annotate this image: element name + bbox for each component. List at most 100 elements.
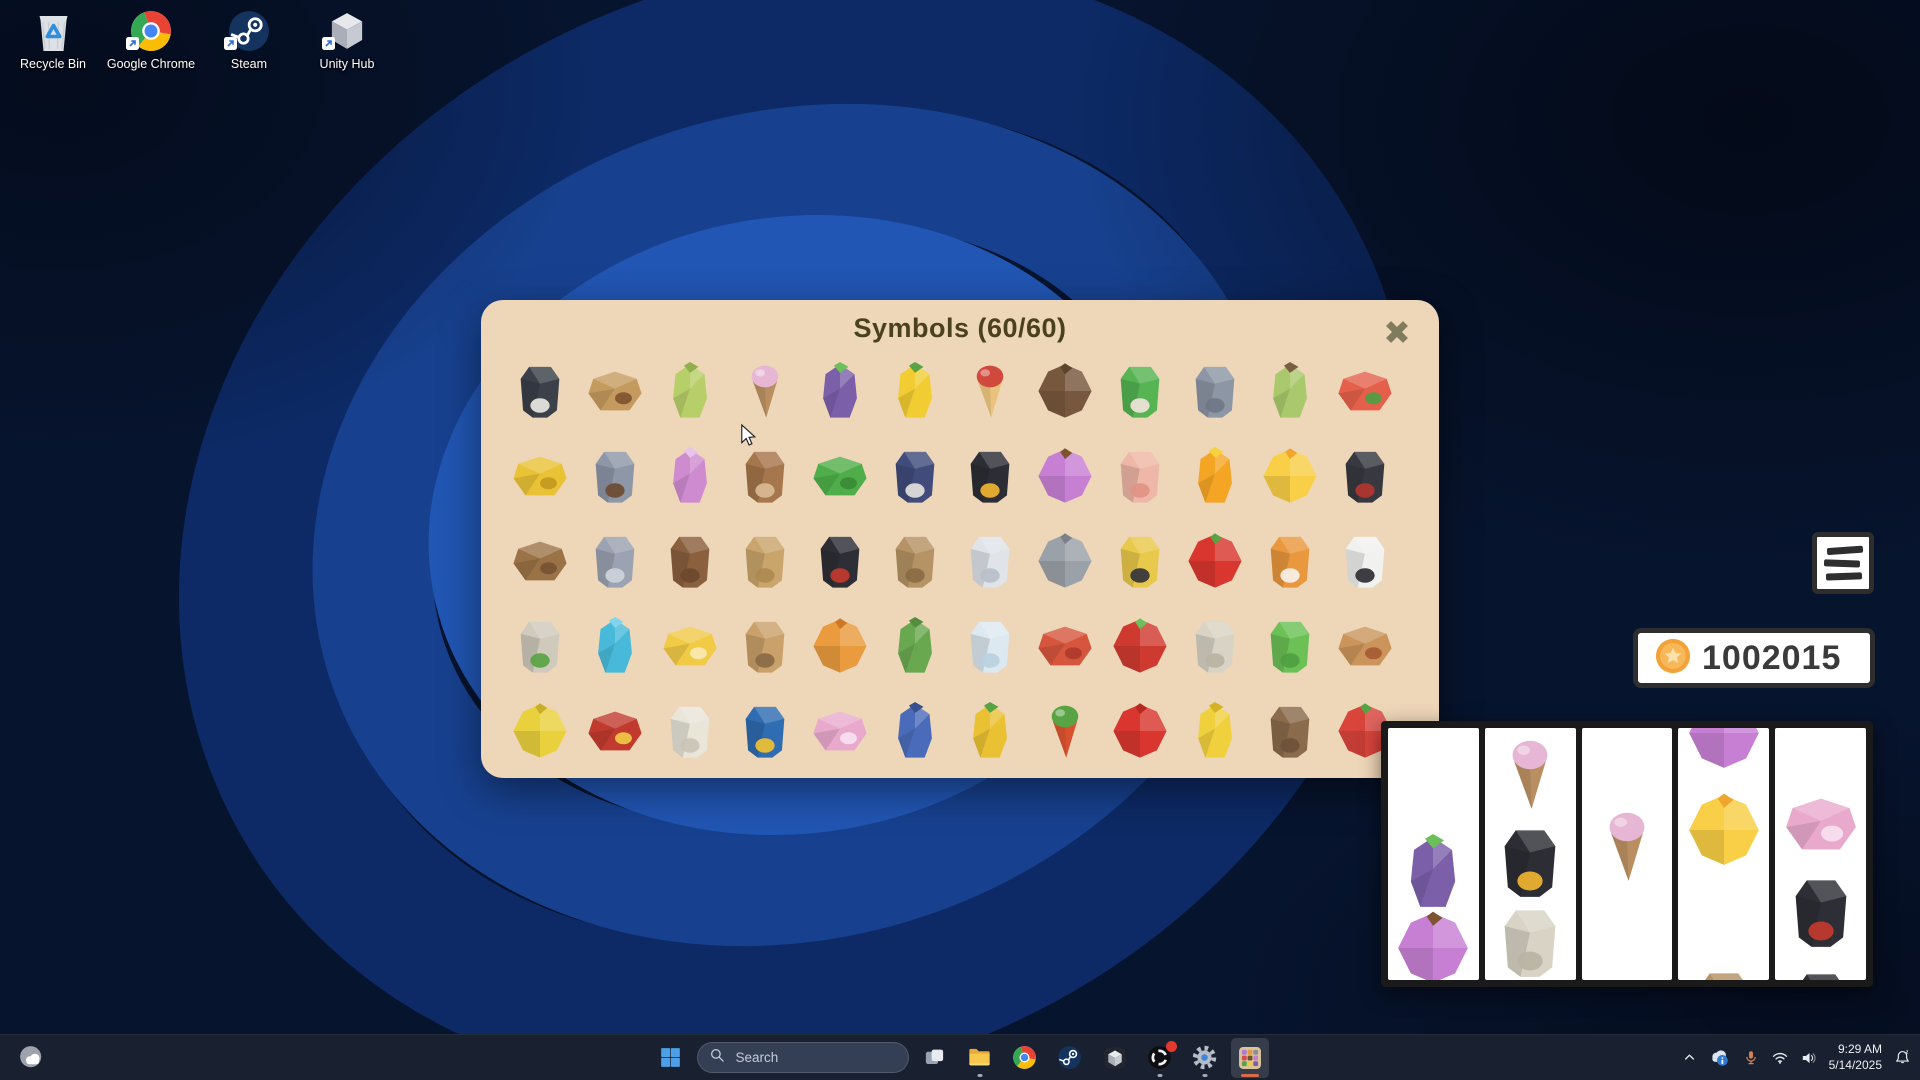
symbol-pear[interactable]	[659, 360, 721, 422]
symbol-heart[interactable]	[1109, 700, 1171, 762]
symbol-gold[interactable]	[509, 445, 571, 507]
taskbar-settings[interactable]	[1186, 1038, 1224, 1078]
desktop-icon-chrome[interactable]: Google Chrome	[106, 8, 196, 71]
symbol-camel[interactable]	[734, 530, 796, 592]
taskbar-steam[interactable]	[1051, 1038, 1089, 1078]
symbol-squirrel[interactable]	[734, 445, 796, 507]
desktop-icon-steam[interactable]: Steam	[204, 8, 294, 71]
symbol-grapes[interactable]	[884, 700, 946, 762]
active-app-indicator	[1241, 1074, 1259, 1077]
symbol-corn[interactable]	[884, 360, 946, 422]
symbol-sun[interactable]	[1259, 445, 1321, 507]
symbol-cheese[interactable]	[659, 615, 721, 677]
symbol-eggplant[interactable]	[809, 360, 871, 422]
taskbar-obs[interactable]	[1141, 1038, 1179, 1078]
symbol-ninja[interactable]	[809, 530, 871, 592]
taskbar-chrome[interactable]	[1006, 1038, 1044, 1078]
symbol-strawberry[interactable]	[1184, 530, 1246, 592]
taskbar-unity-hub[interactable]	[1096, 1038, 1134, 1078]
symbol-panda[interactable]	[1334, 530, 1396, 592]
symbol-coconut[interactable]	[1034, 360, 1096, 422]
symbol-clover[interactable]	[809, 445, 871, 507]
onedrive-icon[interactable]	[1708, 1046, 1731, 1069]
symbol-bull[interactable]	[884, 530, 946, 592]
slot-reels-panel	[1381, 721, 1873, 987]
symbol-fries[interactable]	[584, 700, 646, 762]
desktop-icon-recycle-bin[interactable]: Recycle Bin	[8, 8, 98, 71]
symbol-candy[interactable]	[809, 700, 871, 762]
symbol-rock[interactable]	[1034, 530, 1096, 592]
symbol-fencer[interactable]	[959, 530, 1021, 592]
symbol-flame[interactable]	[1184, 445, 1246, 507]
symbol-flowers[interactable]	[1334, 360, 1396, 422]
symbol-lemon[interactable]	[509, 700, 571, 762]
symbol-pumpkin[interactable]	[809, 615, 871, 677]
symbol-skeleton[interactable]	[659, 700, 721, 762]
shortcut-arrow-icon	[224, 37, 237, 55]
search-input[interactable]	[734, 1049, 888, 1066]
symbol-zombie[interactable]	[509, 615, 571, 677]
dialog-title: Symbols (60/60)	[481, 300, 1439, 344]
taskbar-center	[652, 1035, 1269, 1080]
symbol-cactus[interactable]	[884, 615, 946, 677]
symbol-tiger[interactable]	[1259, 530, 1321, 592]
symbol-elephant[interactable]	[1184, 360, 1246, 422]
start-button[interactable]	[652, 1038, 690, 1078]
symbol-parrot[interactable]	[734, 700, 796, 762]
clock-date: 5/14/2025	[1829, 1058, 1882, 1074]
symbol-wizard[interactable]	[884, 445, 946, 507]
symbol-pineapple[interactable]	[959, 700, 1021, 762]
taskbar-task-view[interactable]	[916, 1038, 954, 1078]
volume-icon[interactable]	[1800, 1049, 1818, 1067]
symbol-hot-dog[interactable]	[1334, 615, 1396, 677]
symbol-toucan[interactable]	[959, 445, 1021, 507]
wifi-icon[interactable]	[1771, 1049, 1789, 1067]
symbol-diamond[interactable]	[584, 615, 646, 677]
symbol-avocado[interactable]	[1259, 360, 1321, 422]
symbol-yeti[interactable]	[959, 615, 1021, 677]
symbol-frog[interactable]	[1259, 615, 1321, 677]
tray-chevron-up-icon[interactable]	[1682, 1050, 1697, 1065]
taskbar: 9:29 AM 5/14/2025 z	[0, 1034, 1920, 1080]
reel-symbol-sun	[1686, 792, 1762, 873]
symbol-donut[interactable]	[1034, 445, 1096, 507]
hamburger-menu-button[interactable]	[1812, 532, 1874, 594]
taskbar-slot-game[interactable]	[1231, 1038, 1269, 1078]
desktop-icon-label: Unity Hub	[320, 57, 375, 71]
symbol-bandit[interactable]	[1109, 530, 1171, 592]
symbol-pizza[interactable]	[959, 360, 1021, 422]
reel-symbol-donut	[1686, 728, 1762, 776]
symbol-jellyfish[interactable]	[659, 445, 721, 507]
symbol-dog[interactable]	[734, 615, 796, 677]
symbol-apple[interactable]	[1109, 615, 1171, 677]
symbol-crab[interactable]	[1034, 615, 1096, 677]
symbol-mummy[interactable]	[1184, 615, 1246, 677]
symbol-viking[interactable]	[584, 445, 646, 507]
desktop-icon-unity[interactable]: Unity Hub	[302, 8, 392, 71]
symbol-clown[interactable]	[1109, 360, 1171, 422]
reel-symbol-toucan	[1492, 824, 1568, 905]
clock[interactable]: 9:29 AM 5/14/2025	[1829, 1042, 1882, 1073]
symbol-banana[interactable]	[1184, 700, 1246, 762]
search-box[interactable]	[697, 1042, 909, 1073]
reel-symbol-candy	[1783, 786, 1859, 867]
symbol-hamburger[interactable]	[584, 360, 646, 422]
taskbar-file-explorer[interactable]	[961, 1038, 999, 1078]
weather-widget[interactable]	[12, 1035, 51, 1080]
symbol-walrus[interactable]	[1259, 700, 1321, 762]
reel-symbol-donut	[1395, 910, 1471, 980]
notification-bell-icon[interactable]: z	[1893, 1048, 1912, 1067]
shortcut-arrow-icon	[322, 37, 335, 55]
symbol-pirate[interactable]	[1334, 445, 1396, 507]
close-icon[interactable]	[1379, 314, 1415, 350]
symbol-cat[interactable]	[509, 360, 571, 422]
symbol-ice-cream[interactable]	[734, 360, 796, 422]
symbol-pig[interactable]	[1109, 445, 1171, 507]
symbol-rat[interactable]	[584, 530, 646, 592]
symbol-log[interactable]	[509, 530, 571, 592]
reel-symbol-ice-cream	[1492, 736, 1568, 817]
symbol-horse[interactable]	[659, 530, 721, 592]
hamburger-bar	[1824, 559, 1860, 567]
symbol-carrot[interactable]	[1034, 700, 1096, 762]
microphone-icon[interactable]	[1742, 1049, 1760, 1067]
